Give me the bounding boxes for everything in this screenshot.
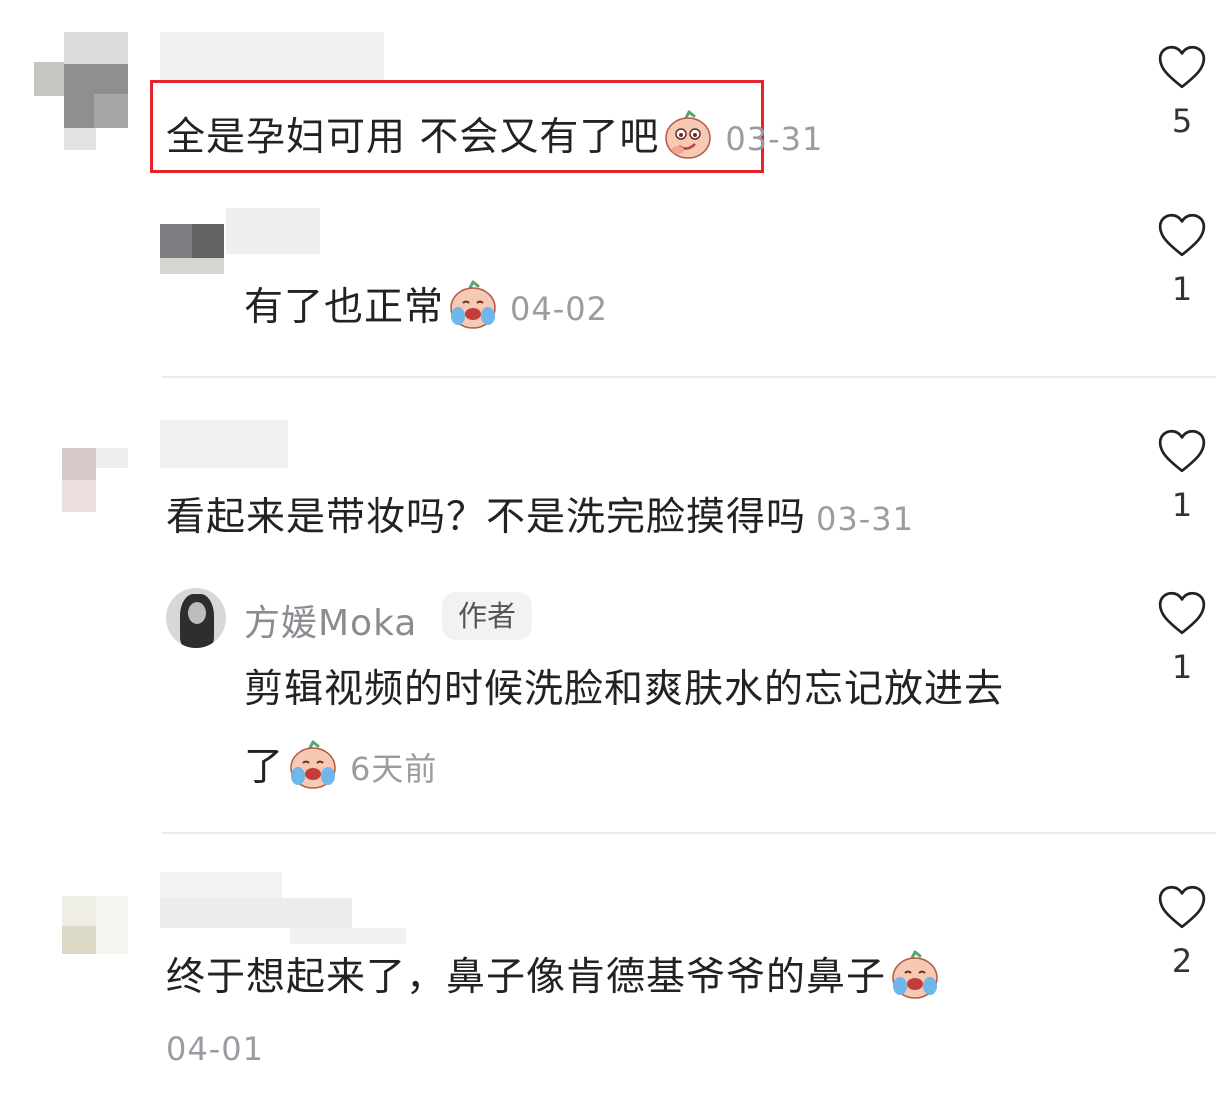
like-count: 1 [1171,270,1193,308]
crying-laugh-face-emoji [286,738,340,792]
comment-time: 04-02 [510,290,608,328]
username-blurred-3 [290,928,406,944]
comment-time: 03-31 [816,500,914,538]
divider [162,832,1216,834]
comment-text: 剪辑视频的时候洗脸和爽肤水的忘记放进去 [244,666,1004,714]
comment-time: 04-01 [166,1030,264,1068]
like-button[interactable]: 1 [1152,590,1212,684]
heart-icon[interactable] [1157,428,1207,474]
divider [162,376,1216,378]
heart-icon[interactable] [1157,590,1207,636]
like-count: 1 [1171,486,1193,524]
comment-body-line1: 剪辑视频的时候洗脸和爽肤水的忘记放进去 [244,667,1005,712]
comment-body: 看起来是带妆吗？不是洗完脸摸得吗 [166,495,807,540]
comment-time: 6天前 [350,750,438,788]
like-count: 2 [1171,942,1193,980]
author-name[interactable]: 方媛Moka [244,594,417,646]
author-badge: 作者 [442,592,533,640]
comment-body: 有了也正常 [244,285,445,330]
like-button[interactable]: 2 [1152,884,1212,978]
comment-time: 03-31 [725,120,824,158]
comment-text: 终于想起来了，鼻子像肯德基爷爷的鼻子 [166,948,942,1002]
username-blurred[interactable] [160,872,282,900]
comment-body: 终于想起来了，鼻子像肯德基爷爷的鼻子 [166,955,887,1000]
like-button[interactable]: 1 [1152,428,1212,522]
crying-laugh-face-emoji [888,948,942,1002]
heart-icon[interactable] [1157,884,1207,930]
comment-text: 全是孕妇可用 不会又有了吧 03-31 [166,108,823,163]
username-blurred[interactable] [160,32,384,80]
avatar[interactable] [160,210,224,274]
like-count: 5 [1171,102,1193,140]
comment-body: 全是孕妇可用 不会又有了吧 [166,115,660,160]
username-blurred[interactable] [160,420,288,468]
username-blurred-2 [160,898,352,928]
comment-body-line2: 了 [244,745,285,790]
like-button[interactable]: 5 [1152,44,1212,138]
crying-laugh-face-emoji [446,278,500,332]
heart-icon[interactable] [1157,212,1207,258]
avatar[interactable] [166,588,226,648]
comment-text-line2: 了 6天前 [244,738,437,793]
like-count: 1 [1171,648,1193,686]
smirk-face-emoji [661,108,715,162]
username-blurred[interactable] [226,208,320,254]
comment-text: 有了也正常 04-02 [244,278,608,333]
avatar[interactable] [62,448,128,512]
avatar[interactable] [62,896,128,956]
heart-icon[interactable] [1157,44,1207,90]
avatar[interactable] [30,32,130,152]
comment-text: 看起来是带妆吗？不是洗完脸摸得吗 03-31 [166,494,914,543]
like-button[interactable]: 1 [1152,212,1212,306]
